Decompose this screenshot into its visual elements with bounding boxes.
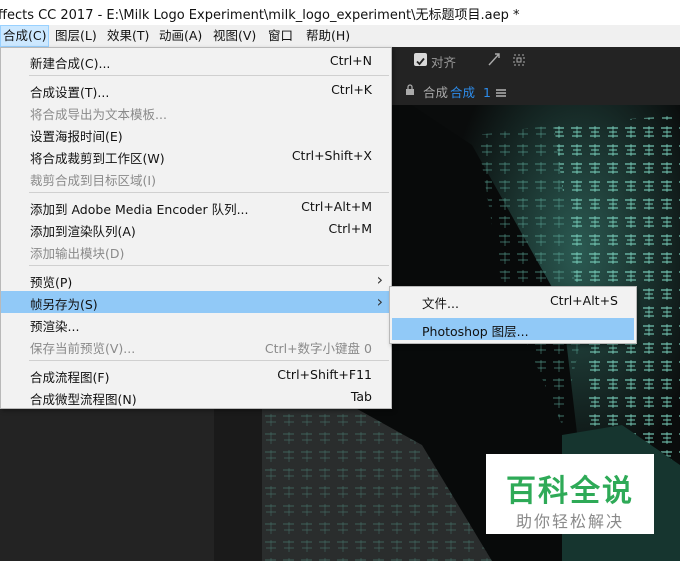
comp-tab-name: 合成 xyxy=(450,85,476,100)
menu-item-label: 合成流程图(F) xyxy=(30,370,110,385)
menu-item-new-composition[interactable]: 新建合成(C)... Ctrl+N xyxy=(1,50,391,72)
watermark-subtitle: 助你轻松解决 xyxy=(515,512,624,531)
menu-item-label: 新建合成(C)... xyxy=(30,56,111,71)
menu-help[interactable]: 帮助(H) xyxy=(303,25,353,47)
menu-item-pre-render[interactable]: 预渲染... xyxy=(1,313,391,335)
menu-item-add-output-module: 添加输出模块(D) xyxy=(1,240,391,262)
comp-tab[interactable]: 合成 1 xyxy=(450,82,491,101)
menu-item-label: 将合成裁剪到工作区(W) xyxy=(30,151,165,166)
align-checkbox[interactable] xyxy=(414,53,427,66)
menu-item-shortcut: Ctrl+Shift+F11 xyxy=(277,367,372,382)
menu-item-composition-flowchart[interactable]: 合成流程图(F) Ctrl+Shift+F11 xyxy=(1,364,391,386)
menu-item-set-poster-time[interactable]: 设置海报时间(E) xyxy=(1,123,391,145)
menu-item-label: 合成微型流程图(N) xyxy=(30,392,137,407)
grid-icon[interactable] xyxy=(512,52,526,71)
menu-separator xyxy=(29,265,389,266)
menu-item-label: 设置海报时间(E) xyxy=(30,129,123,144)
menu-item-add-to-media-encoder[interactable]: 添加到 Adobe Media Encoder 队列... Ctrl+Alt+M xyxy=(1,196,391,218)
menu-item-label: 添加输出模块(D) xyxy=(30,246,125,261)
menu-item-mini-flowchart[interactable]: 合成微型流程图(N) Tab xyxy=(1,386,391,408)
tools-panel: 对齐 xyxy=(392,47,680,73)
menu-item-add-to-render-queue[interactable]: 添加到渲染队列(A) Ctrl+M xyxy=(1,218,391,240)
watermark-title: 百科全说 xyxy=(506,474,634,509)
menu-item-shortcut: Tab xyxy=(350,389,372,404)
menu-effect[interactable]: 效果(T) xyxy=(104,25,152,47)
watermark-logo: 百科全说 助你轻松解决 xyxy=(486,454,654,534)
menu-item-label: 预渲染... xyxy=(30,319,80,334)
align-label: 对齐 xyxy=(431,55,457,70)
menu-view[interactable]: 视图(V) xyxy=(210,25,259,47)
menu-item-trim-to-work-area[interactable]: 将合成裁剪到工作区(W) Ctrl+Shift+X xyxy=(1,145,391,167)
submenu-item-file[interactable]: 文件... Ctrl+Alt+S xyxy=(392,290,634,312)
menu-item-shortcut: Ctrl+M xyxy=(328,221,373,236)
menu-item-composition-settings[interactable]: 合成设置(T)... Ctrl+K xyxy=(1,79,391,101)
save-frame-submenu: 文件... Ctrl+Alt+S Photoshop 图层... xyxy=(389,286,637,344)
menu-composition[interactable]: 合成(C) xyxy=(0,25,50,47)
menu-item-shortcut: Ctrl+Alt+M xyxy=(301,199,372,214)
menu-separator xyxy=(29,192,389,193)
menu-item-label: 添加到 Adobe Media Encoder 队列... xyxy=(30,202,249,217)
panel-divider xyxy=(214,408,262,561)
menu-item-label: 帧另存为(S) xyxy=(30,297,98,312)
comp-tab-number: 1 xyxy=(483,85,491,100)
menu-animation[interactable]: 动画(A) xyxy=(156,25,205,47)
submenu-item-photoshop-layers[interactable]: Photoshop 图层... xyxy=(392,318,634,340)
project-panel xyxy=(0,408,214,561)
menu-item-label: 保存当前预览(V)... xyxy=(30,341,136,356)
composition-tabs: 合成 合成 1 xyxy=(392,73,680,106)
menu-item-label: 添加到渲染队列(A) xyxy=(30,224,136,239)
menu-item-save-current-preview: 保存当前预览(V)... Ctrl+数字小键盘 0 xyxy=(1,335,391,357)
menu-separator xyxy=(29,360,389,361)
panel-menu-icon[interactable] xyxy=(496,83,506,102)
window-titlebar: ffects CC 2017 - E:\Milk Logo Experiment… xyxy=(0,0,680,25)
menu-item-preview[interactable]: 预览(P) › xyxy=(1,269,391,291)
window-title: ffects CC 2017 - E:\Milk Logo Experiment… xyxy=(0,8,520,23)
menu-item-label: 合成设置(T)... xyxy=(30,85,110,100)
chevron-right-icon: › xyxy=(376,292,383,311)
menu-item-shortcut: Ctrl+数字小键盘 0 xyxy=(264,341,372,356)
menu-item-save-frame-as[interactable]: 帧另存为(S) › xyxy=(1,291,391,313)
menu-item-shortcut: Ctrl+N xyxy=(329,53,372,68)
menu-item-shortcut: Ctrl+K xyxy=(331,82,372,97)
menu-item-shortcut: Ctrl+Alt+S xyxy=(549,293,618,308)
menu-item-shortcut: Ctrl+Shift+X xyxy=(291,148,372,163)
menu-item-crop-to-region: 裁剪合成到目标区域(I) xyxy=(1,167,391,189)
chevron-right-icon: › xyxy=(376,270,383,289)
lock-icon[interactable] xyxy=(405,81,415,100)
menu-item-label: Photoshop 图层... xyxy=(422,324,529,339)
menu-item-label: 将合成导出为文本模板... xyxy=(30,107,167,122)
menu-item-export-text-template: 将合成导出为文本模板... xyxy=(1,101,391,123)
snap-icon[interactable] xyxy=(487,51,501,71)
menu-separator xyxy=(29,75,389,76)
check-icon xyxy=(416,57,425,66)
menu-item-label: 文件... xyxy=(422,296,459,311)
menu-item-label: 裁剪合成到目标区域(I) xyxy=(30,173,156,188)
menu-window[interactable]: 窗口 xyxy=(265,25,296,47)
composition-menu: 新建合成(C)... Ctrl+N 合成设置(T)... Ctrl+K 将合成导… xyxy=(0,47,392,409)
menu-item-label: 预览(P) xyxy=(30,275,73,290)
comp-tab-prefix: 合成 xyxy=(423,85,449,100)
menu-layer[interactable]: 图层(L) xyxy=(52,25,100,47)
menubar: 合成(C) 图层(L) 效果(T) 动画(A) 视图(V) 窗口 帮助(H) xyxy=(0,25,680,47)
